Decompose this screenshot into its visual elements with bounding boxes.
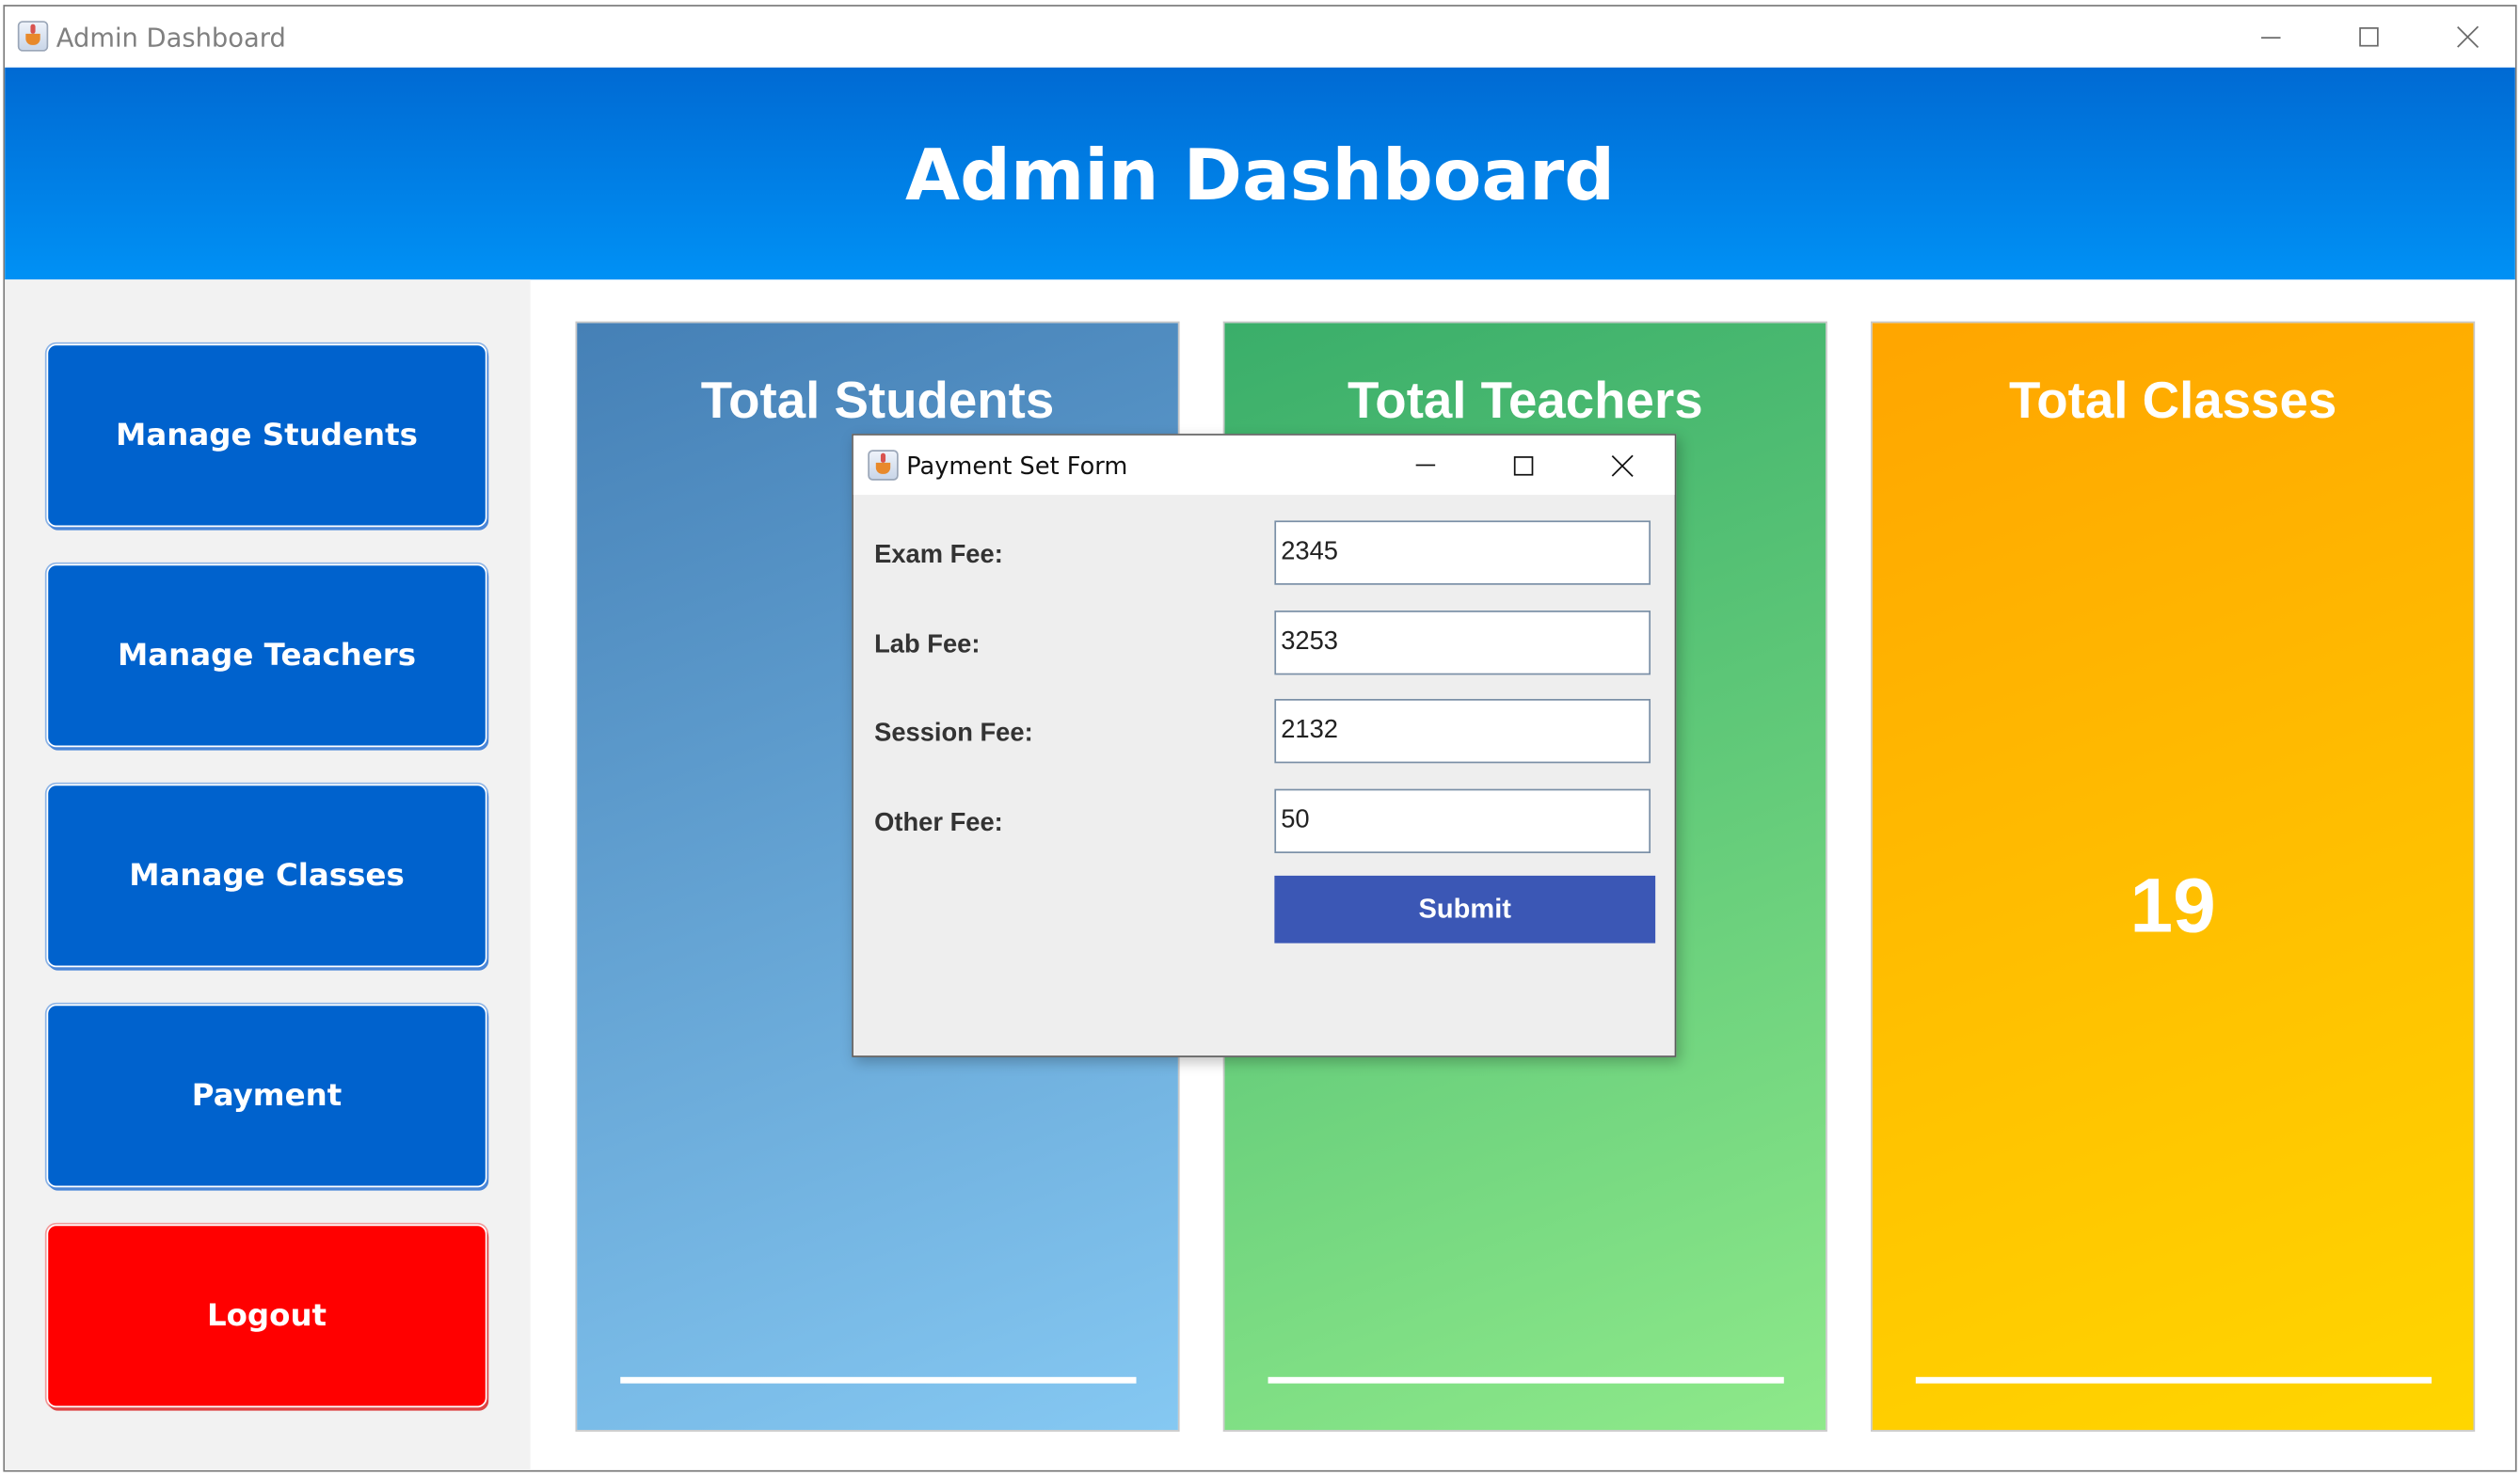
total-classes-title: Total Classes: [2008, 371, 2337, 430]
close-button[interactable]: [2420, 7, 2515, 68]
manage-teachers-button[interactable]: Manage Teachers: [46, 563, 487, 748]
total-students-title: Total Students: [700, 371, 1055, 430]
lab-fee-field[interactable]: [1274, 611, 1651, 675]
exam-fee-label: Exam Fee:: [874, 541, 1003, 569]
maximize-button[interactable]: [2321, 7, 2416, 68]
card-divider: [620, 1376, 1137, 1384]
total-classes-card: Total Classes 19: [1871, 321, 2476, 1432]
dialog-titlebar[interactable]: Payment Set Form: [853, 435, 1675, 496]
screen: Admin Dashboard Admin Dashboard Manage S…: [0, 0, 2520, 1475]
minimize-icon: [1415, 464, 1436, 467]
minimize-button[interactable]: [2223, 7, 2319, 68]
dialog-title: Payment Set Form: [906, 451, 1128, 481]
card-divider: [1915, 1376, 2432, 1384]
session-fee-label: Session Fee:: [874, 720, 1033, 748]
dialog-maximize-button[interactable]: [1487, 436, 1561, 495]
total-teachers-title: Total Teachers: [1347, 371, 1703, 430]
header-banner: Admin Dashboard: [5, 67, 2515, 280]
page-title: Admin Dashboard: [905, 135, 1615, 217]
java-icon: [868, 450, 899, 481]
other-fee-field[interactable]: [1274, 788, 1651, 853]
window-titlebar[interactable]: Admin Dashboard: [5, 6, 2515, 68]
close-icon: [1612, 454, 1635, 477]
total-classes-value: 19: [2129, 864, 2216, 950]
logout-button[interactable]: Logout: [46, 1224, 487, 1408]
submit-button[interactable]: Submit: [1274, 875, 1656, 944]
manage-students-button[interactable]: Manage Students: [46, 343, 487, 528]
payment-set-form-dialog: Payment Set Form Exam Fee: Lab Fee: Sess…: [852, 434, 1677, 1057]
manage-classes-button[interactable]: Manage Classes: [46, 784, 487, 968]
sidebar: Manage Students Manage Teachers Manage C…: [5, 279, 531, 1470]
maximize-icon: [2359, 27, 2379, 47]
other-fee-label: Other Fee:: [874, 809, 1003, 837]
exam-fee-field[interactable]: [1274, 520, 1651, 585]
window-title: Admin Dashboard: [56, 22, 286, 54]
maximize-icon: [1513, 455, 1534, 475]
dialog-close-button[interactable]: [1587, 436, 1661, 495]
dialog-minimize-button[interactable]: [1389, 436, 1463, 495]
minimize-icon: [2261, 36, 2281, 39]
payment-button[interactable]: Payment: [46, 1004, 487, 1188]
session-fee-field[interactable]: [1274, 699, 1651, 764]
java-icon: [17, 21, 49, 52]
lab-fee-label: Lab Fee:: [874, 631, 981, 659]
close-icon: [2457, 25, 2480, 48]
admin-dashboard-window: Admin Dashboard Admin Dashboard Manage S…: [3, 5, 2517, 1472]
card-divider: [1268, 1376, 1784, 1384]
